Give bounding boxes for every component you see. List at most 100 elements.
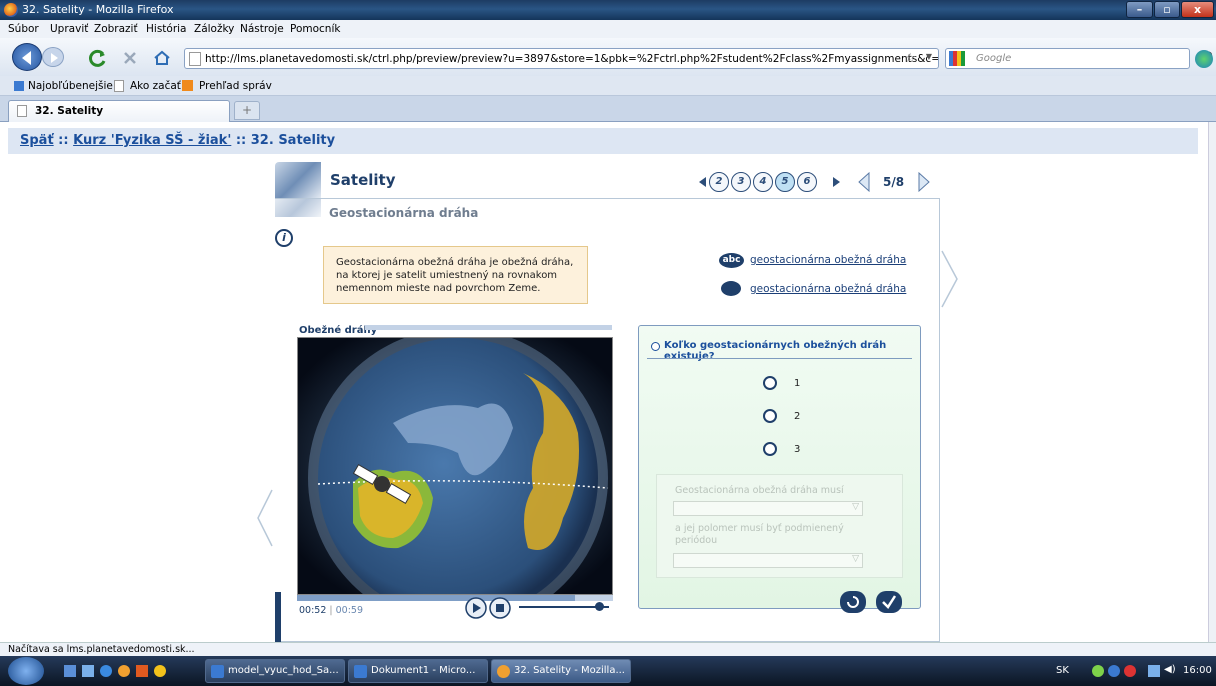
volume-icon[interactable]: ◀) xyxy=(1164,664,1176,675)
volume-slider-handle[interactable] xyxy=(595,602,604,611)
prev-slide-arrow-icon[interactable] xyxy=(257,488,273,548)
glossary-abc-icon[interactable]: abc xyxy=(719,253,744,268)
media-progress-track[interactable] xyxy=(297,595,613,601)
lesson-card: Geostacionárna dráha i Geostacionárna ob… xyxy=(275,198,958,642)
media-time-current: 00:52 xyxy=(299,605,327,616)
breadcrumb-separator: :: xyxy=(53,133,74,148)
tab-bar: 32. Satelity + xyxy=(0,96,1216,122)
new-tab-button[interactable]: + xyxy=(234,101,260,120)
tray-network-icon[interactable] xyxy=(1108,665,1120,677)
navigation-toolbar: http://lms.planetavedomosti.sk/ctrl.php/… xyxy=(0,38,1216,76)
vertical-scrollbar[interactable] xyxy=(1208,122,1216,642)
media-time-separator: | xyxy=(326,605,336,616)
menu-historia[interactable]: História xyxy=(146,23,187,35)
earth-animation-icon xyxy=(298,338,612,594)
option-1-label[interactable]: 1 xyxy=(794,378,800,389)
forward-button[interactable] xyxy=(42,47,64,67)
option-2-radio[interactable] xyxy=(763,409,777,423)
tray-monitor-icon[interactable] xyxy=(1148,665,1160,677)
firefox-quick-icon[interactable] xyxy=(118,665,130,677)
skype-icon[interactable] xyxy=(1195,50,1213,68)
taskbar-word-doc1[interactable]: model_vyuc_hod_Sa... xyxy=(205,659,345,683)
bookmark-ako-zacat[interactable]: Ako začať xyxy=(130,80,181,92)
taskbar-word-doc2[interactable]: Dokument1 - Micro... xyxy=(348,659,488,683)
book-link[interactable]: geostacionárna obežná dráha xyxy=(750,283,906,295)
page-button-5[interactable]: 5 xyxy=(775,172,795,192)
google-icon[interactable] xyxy=(949,51,965,66)
bookmark-najoblubenejsie[interactable]: Najobľúbenejšie xyxy=(28,80,113,92)
menu-upravit[interactable]: Upraviť xyxy=(50,23,88,35)
option-2-label[interactable]: 2 xyxy=(794,411,800,422)
menu-subor[interactable]: Súbor xyxy=(8,23,39,35)
start-button[interactable] xyxy=(8,657,44,685)
menu-pomocnik[interactable]: Pomocník xyxy=(290,23,340,35)
search-input[interactable]: Google ⚲ xyxy=(945,48,1213,69)
show-desktop-icon[interactable] xyxy=(64,665,76,677)
page-content: Späť :: Kurz 'Fyzika SŠ - žiak' :: 32. S… xyxy=(0,122,1208,642)
tray-skype-icon[interactable] xyxy=(1092,665,1104,677)
previous-page-icon[interactable] xyxy=(857,172,871,192)
star-icon[interactable]: ☆ xyxy=(904,51,916,66)
taskbar: model_vyuc_hod_Sa... Dokument1 - Micro..… xyxy=(0,656,1216,686)
page-button-6[interactable]: 6 xyxy=(797,172,817,192)
option-1-radio[interactable] xyxy=(763,376,777,390)
glossary-link[interactable]: geostacionárna obežná dráha xyxy=(750,254,906,266)
media-progress-fill xyxy=(297,595,576,601)
bookmark-prehlad-sprav[interactable]: Prehľad správ xyxy=(199,80,272,92)
tray-alert-icon[interactable] xyxy=(1124,665,1136,677)
next-page-icon[interactable] xyxy=(917,172,931,192)
prev-pages-icon[interactable] xyxy=(699,177,707,187)
maximize-button[interactable]: ▫ xyxy=(1154,1,1180,18)
url-input[interactable]: http://lms.planetavedomosti.sk/ctrl.php/… xyxy=(184,48,939,69)
stop-media-icon[interactable] xyxy=(489,597,511,619)
taskbar-label: 32. Satelity - Mozilla... xyxy=(514,665,625,676)
language-indicator[interactable]: SK xyxy=(1056,665,1069,676)
breadcrumb-course-link[interactable]: Kurz 'Fyzika SŠ - žiak' xyxy=(73,133,231,148)
option-3-radio[interactable] xyxy=(763,442,777,456)
media-player-icon[interactable] xyxy=(136,665,148,677)
info-icon[interactable]: i xyxy=(275,229,293,247)
favorites-icon xyxy=(14,81,24,91)
menu-zobrazit[interactable]: Zobraziť xyxy=(94,23,138,35)
menu-nastroje[interactable]: Nástroje xyxy=(240,23,284,35)
back-button[interactable] xyxy=(12,43,42,71)
breadcrumb-back-link[interactable]: Späť xyxy=(20,133,54,148)
side-bar-accent xyxy=(275,592,281,642)
tab-label: 32. Satelity xyxy=(35,105,104,117)
reset-icon[interactable] xyxy=(839,590,867,614)
tab-satelity[interactable]: 32. Satelity xyxy=(8,100,230,122)
page-button-3[interactable]: 3 xyxy=(731,172,751,192)
lesson-header: Satelity 2 3 4 5 6 5/8 xyxy=(275,162,940,198)
dropdown-triangle-icon: ▽ xyxy=(852,554,859,564)
stop-icon[interactable] xyxy=(122,50,138,66)
home-icon[interactable] xyxy=(153,50,171,66)
app-quick-icon[interactable] xyxy=(154,665,166,677)
option-3-label[interactable]: 3 xyxy=(794,444,800,455)
book-icon[interactable] xyxy=(721,281,741,296)
next-slide-arrow-icon[interactable] xyxy=(941,249,959,309)
media-time-total: 00:59 xyxy=(335,605,364,616)
clock[interactable]: 16:00 xyxy=(1183,665,1212,676)
breadcrumb-current: 32. Satelity xyxy=(250,133,336,148)
dropdown-icon[interactable]: ▼ xyxy=(926,52,932,61)
switch-windows-icon[interactable] xyxy=(82,665,94,677)
next-pages-icon[interactable] xyxy=(833,177,841,187)
quiz-panel: Koľko geostacionárnych obežných dráh exi… xyxy=(638,325,921,613)
disabled-follow-up: Geostacionárna obežná dráha musí ▽ a jej… xyxy=(656,474,903,578)
close-button[interactable]: x xyxy=(1181,1,1214,18)
menu-bar: Súbor Upraviť Zobraziť História Záložky … xyxy=(0,20,1216,38)
page-counter: 5/8 xyxy=(883,175,905,189)
taskbar-firefox[interactable]: 32. Satelity - Mozilla... xyxy=(491,659,631,683)
play-icon[interactable] xyxy=(465,597,487,619)
check-icon[interactable] xyxy=(875,590,903,614)
ie-icon[interactable] xyxy=(100,665,112,677)
minimize-button[interactable]: – xyxy=(1126,1,1153,18)
reload-icon[interactable] xyxy=(88,49,108,67)
page-button-2[interactable]: 2 xyxy=(709,172,729,192)
menu-zalozky[interactable]: Záložky xyxy=(194,23,234,35)
word-icon xyxy=(211,665,224,678)
page-button-4[interactable]: 4 xyxy=(753,172,773,192)
disabled-label-2: a jej polomer musí byť podmienený periód… xyxy=(675,523,844,546)
orbit-animation[interactable] xyxy=(297,337,613,595)
disabled-select-2: ▽ xyxy=(673,553,863,568)
